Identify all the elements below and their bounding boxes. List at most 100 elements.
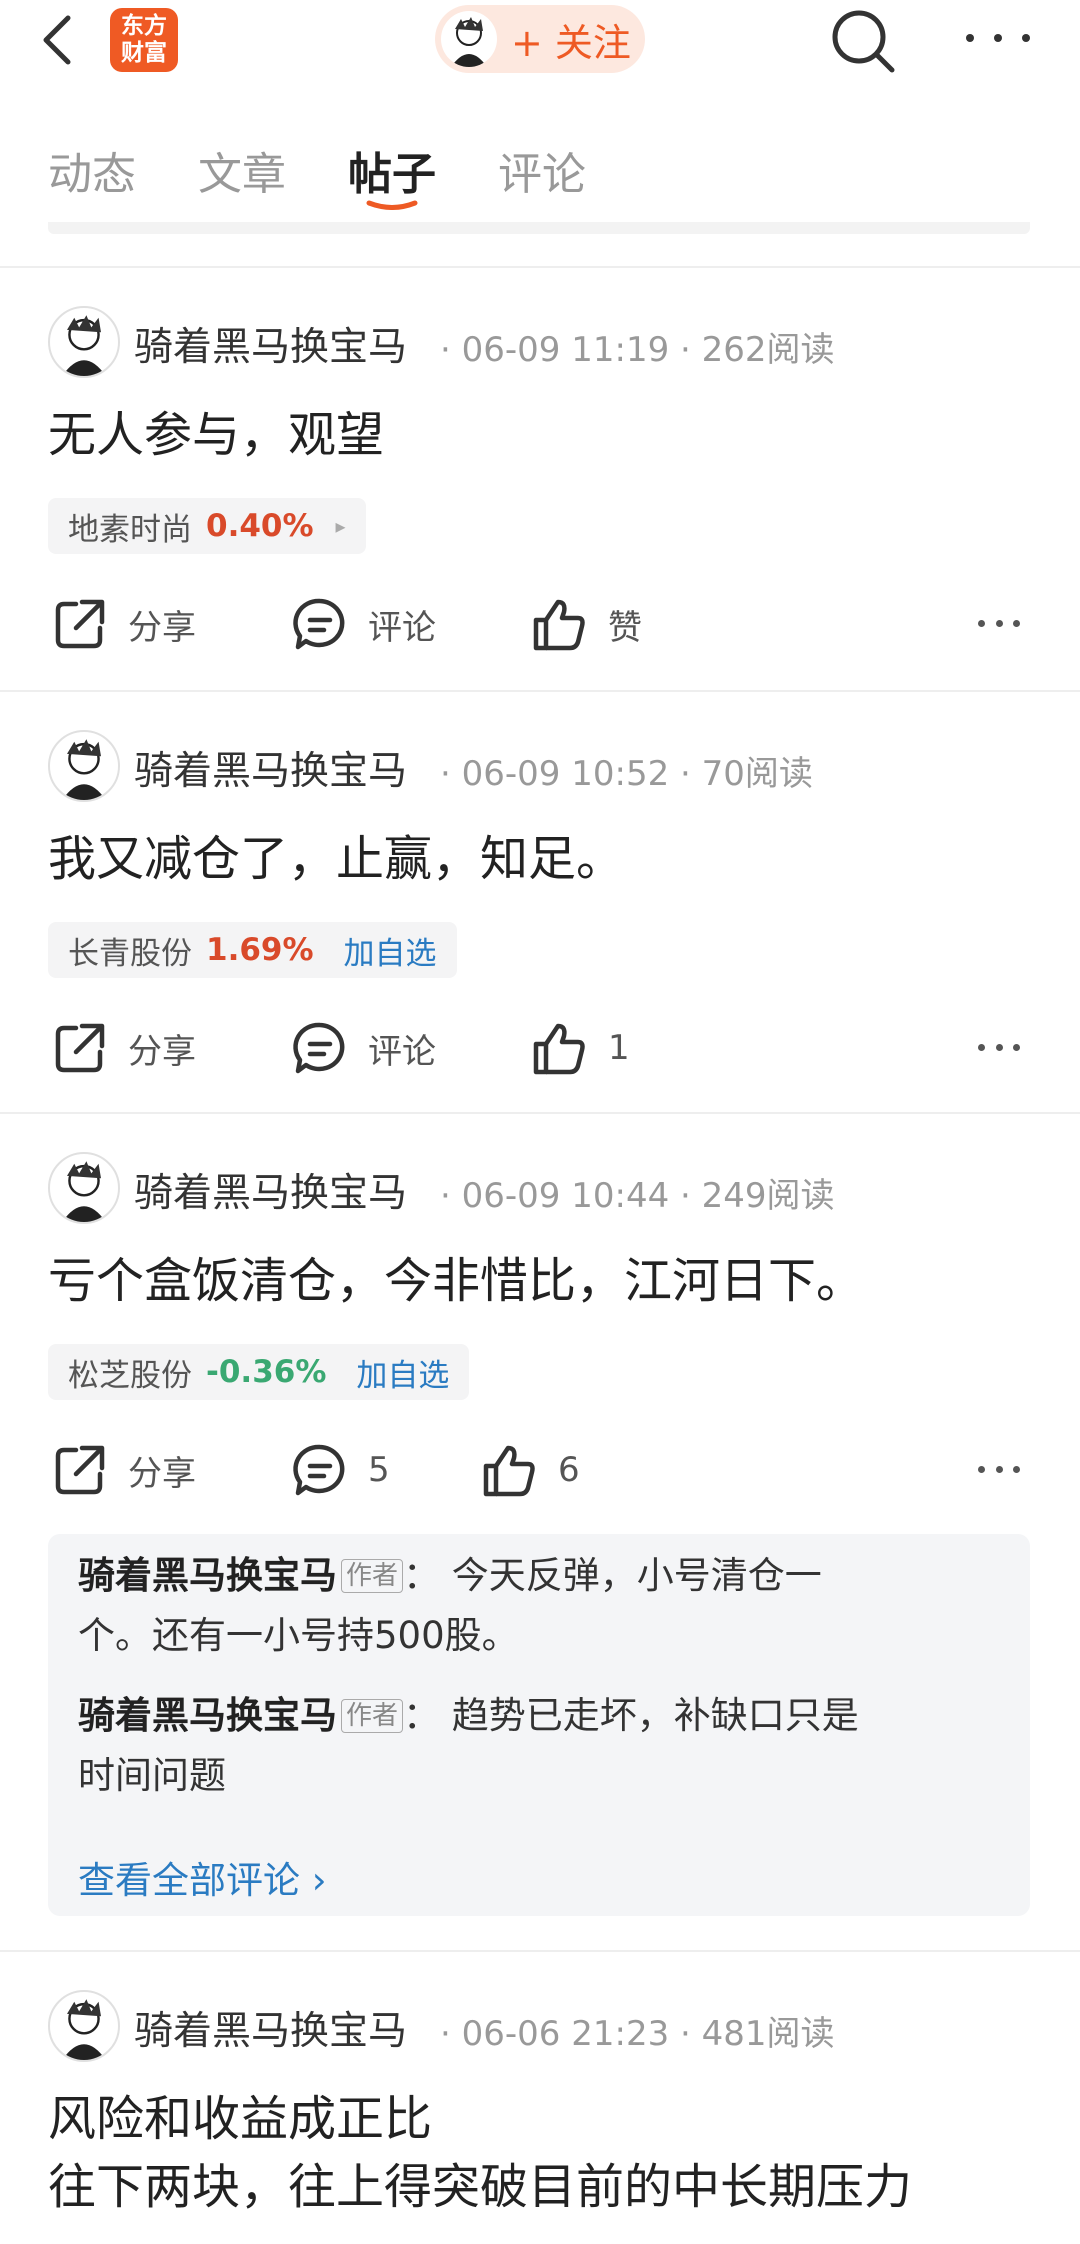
comment-separator: ： (403, 1694, 441, 1737)
tab-comments[interactable]: 评论 (498, 138, 586, 202)
comment-item[interactable]: 骑着黑马换宝马 作者： 今天反弹，小号清仓一个。还有一小号持500股。 (78, 1546, 1008, 1666)
like-label: 赞 (608, 607, 642, 648)
stock-name: 地素时尚 (68, 511, 192, 548)
thumbs-up-icon (483, 1445, 535, 1497)
comment-label: 评论 (368, 1031, 436, 1072)
like-button[interactable]: 6 (482, 1440, 580, 1500)
share-button[interactable]: 分享 (52, 594, 196, 654)
post-meta: · 06-09 10:52 · 70阅读 (440, 754, 813, 794)
comment-icon (293, 598, 345, 650)
share-label: 分享 (128, 1453, 196, 1494)
post-actions: 分享 评论 1 (0, 1018, 1080, 1078)
divider (0, 1950, 1080, 1952)
read-count: 70阅读 (701, 754, 813, 794)
back-button[interactable] (42, 12, 82, 68)
share-icon (55, 1023, 105, 1073)
read-count: 481阅读 (701, 2014, 835, 2054)
app-logo: 东方 财富 (110, 8, 178, 72)
more-icon[interactable] (978, 1044, 1020, 1054)
comment-text: 时间问题 (78, 1754, 226, 1797)
author-badge: 作者 (341, 1699, 404, 1733)
post-time: 06-09 11:19 (461, 330, 670, 370)
search-button[interactable] (830, 8, 896, 74)
comment-button[interactable]: 5 (292, 1440, 390, 1500)
comment-separator: ： (403, 1554, 441, 1597)
post-actions: 分享 评论 赞 (0, 594, 1080, 654)
post-meta: · 06-06 21:23 · 481阅读 (440, 2014, 835, 2054)
post-content[interactable]: 无人参与，观望 (48, 400, 384, 470)
stock-change: 0.40% (206, 508, 314, 544)
post-meta: · 06-09 11:19 · 262阅读 (440, 330, 835, 370)
author-badge: 作者 (341, 1559, 404, 1593)
comment-author[interactable]: 骑着黑马换宝马 (78, 1554, 337, 1597)
read-count: 262阅读 (701, 330, 835, 370)
comment-button[interactable]: 评论 (292, 1018, 436, 1078)
read-count: 249阅读 (701, 1176, 835, 1216)
post-time: 06-06 21:23 (461, 2014, 670, 2054)
search-icon (832, 10, 895, 73)
logo-line1: 东方 (121, 13, 167, 39)
share-icon (55, 1445, 105, 1495)
divider (0, 1112, 1080, 1114)
post-content[interactable]: 亏个盒饭清仓，今非惜比，江河日下。 (48, 1246, 864, 1316)
stock-tag[interactable]: 松芝股份 -0.36% 加自选 (48, 1344, 470, 1400)
comment-text: 今天反弹，小号清仓一 (451, 1554, 822, 1597)
tab-dynamics[interactable]: 动态 (48, 138, 136, 202)
thumbs-up-icon (533, 599, 585, 651)
author-name[interactable]: 骑着黑马换宝马 (134, 740, 407, 796)
divider (0, 266, 1080, 268)
comment-author[interactable]: 骑着黑马换宝马 (78, 1694, 337, 1737)
post-time: 06-09 10:44 (461, 1176, 670, 1216)
tab-posts[interactable]: 帖子 (348, 138, 436, 202)
like-count: 1 (608, 1028, 630, 1068)
author-name[interactable]: 骑着黑马换宝马 (134, 1162, 407, 1218)
share-icon (55, 599, 105, 649)
post-meta: · 06-09 10:44 · 249阅读 (440, 1176, 835, 1216)
share-label: 分享 (128, 1031, 196, 1072)
avatar[interactable] (48, 306, 120, 378)
comment-text: 趋势已走坏，补缺口只是 (451, 1694, 859, 1737)
top-bar: 东方 财富 + 关注 (0, 0, 1080, 80)
like-button[interactable]: 赞 (532, 594, 642, 654)
thumbs-up-icon (533, 1023, 585, 1075)
stock-change: 1.69% (206, 932, 314, 968)
comment-button[interactable]: 评论 (292, 594, 436, 654)
comment-count: 5 (368, 1450, 390, 1490)
share-button[interactable]: 分享 (52, 1440, 196, 1500)
comment-preview[interactable]: 骑着黑马换宝马 作者： 今天反弹，小号清仓一 个。还有一小号持500股。 骑着黑马换… (48, 1534, 1030, 1916)
avatar[interactable] (48, 1990, 120, 2062)
follow-button[interactable]: + 关注 (435, 5, 645, 73)
post-actions: 分享 5 6 (0, 1440, 1080, 1500)
add-watchlist-button[interactable]: 加自选 (356, 1350, 449, 1395)
tab-articles[interactable]: 文章 (198, 138, 286, 202)
back-icon (43, 15, 71, 65)
view-all-comments-link[interactable]: 查看全部评论 › (78, 1850, 327, 1904)
chevron-right-icon: ▸ (335, 514, 346, 538)
more-icon[interactable] (978, 1466, 1020, 1476)
stock-tag[interactable]: 长青股份 1.69% 加自选 (48, 922, 457, 978)
post-content[interactable]: 我又减仓了，止赢，知足。 (48, 824, 624, 894)
tab-bar: 动态 文章 帖子 评论 (0, 120, 1080, 220)
active-tab-indicator (366, 200, 418, 210)
post-content[interactable]: 风险和收益成正比 (48, 2084, 432, 2154)
divider (0, 690, 1080, 692)
avatar (441, 11, 497, 67)
more-icon[interactable] (978, 620, 1020, 630)
comment-text: 个。还有一小号持500股。 (78, 1614, 519, 1657)
avatar[interactable] (48, 730, 120, 802)
share-label: 分享 (128, 607, 196, 648)
separator (48, 222, 1030, 234)
logo-line2: 财富 (121, 40, 167, 66)
stock-name: 长青股份 (68, 935, 192, 972)
comment-label: 评论 (368, 607, 436, 648)
avatar[interactable] (48, 1152, 120, 1224)
stock-tag[interactable]: 地素时尚 0.40% ▸ (48, 498, 366, 554)
add-watchlist-button[interactable]: 加自选 (344, 928, 437, 973)
comment-item[interactable]: 骑着黑马换宝马 作者： 趋势已走坏，补缺口只是时间问题 (78, 1686, 1008, 1806)
share-button[interactable]: 分享 (52, 1018, 196, 1078)
post-content[interactable]: 往下两块，往上得突破目前的中长期压力 (48, 2152, 912, 2222)
author-name[interactable]: 骑着黑马换宝马 (134, 2000, 407, 2056)
more-icon[interactable] (966, 18, 1030, 58)
author-name[interactable]: 骑着黑马换宝马 (134, 316, 407, 372)
like-button[interactable]: 1 (532, 1018, 630, 1078)
